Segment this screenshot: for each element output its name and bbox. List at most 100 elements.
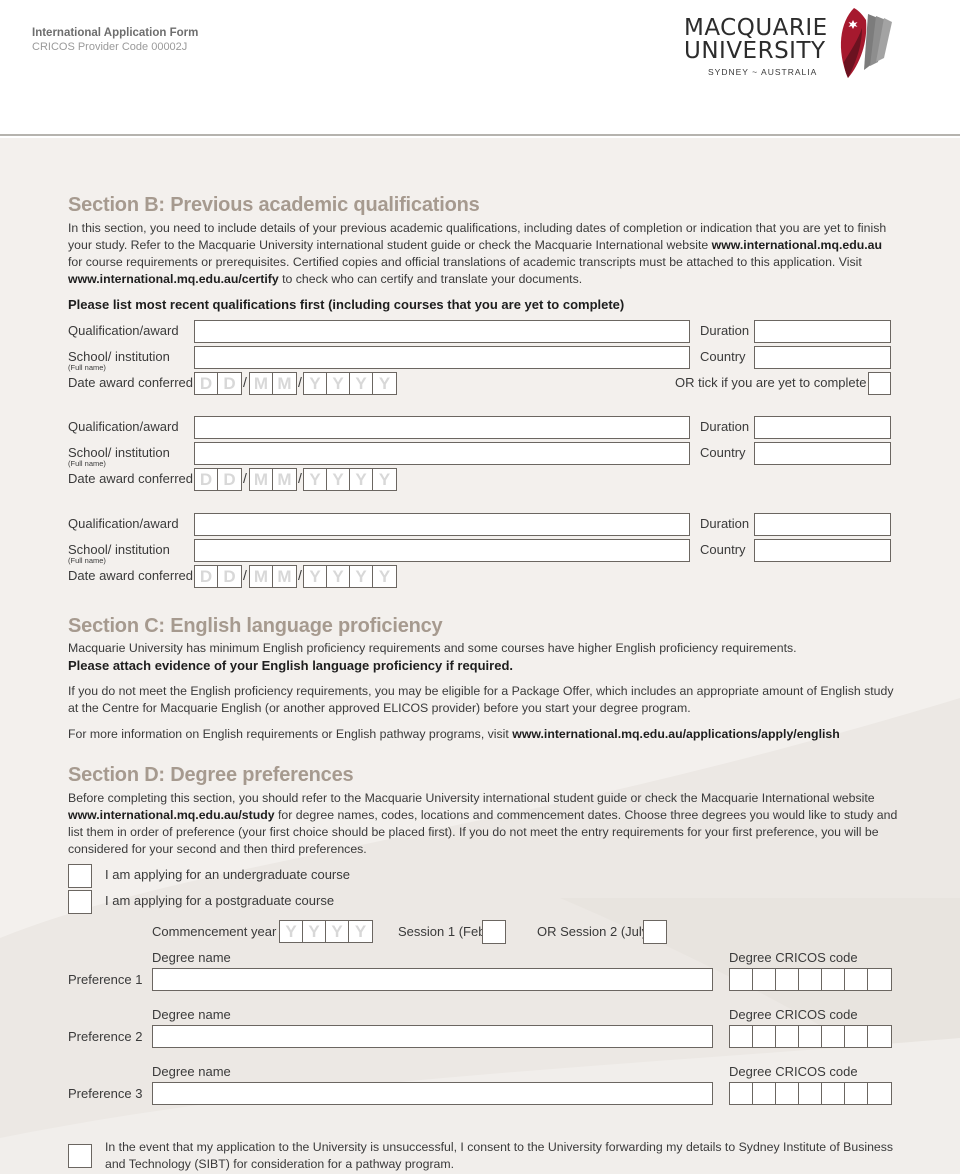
cricos-cell[interactable] bbox=[799, 1083, 822, 1104]
cricos-cell[interactable] bbox=[822, 1083, 845, 1104]
year-cell[interactable]: Y bbox=[280, 921, 303, 942]
cricos-code-label: Degree CRICOS code bbox=[729, 1064, 858, 1079]
school-2-input[interactable] bbox=[194, 442, 690, 465]
school-sublabel: (Full name) bbox=[68, 363, 106, 372]
postgraduate-checkbox[interactable] bbox=[68, 890, 92, 914]
cricos-cell[interactable] bbox=[753, 1083, 776, 1104]
cricos-cell[interactable] bbox=[730, 1083, 753, 1104]
date-month-3-input[interactable]: M M bbox=[249, 565, 297, 588]
country-3-input[interactable] bbox=[754, 539, 891, 562]
cricos-cell[interactable] bbox=[776, 1083, 799, 1104]
degree-name-3-input[interactable] bbox=[152, 1082, 713, 1105]
english-requirements-link[interactable]: www.international.mq.edu.au/applications… bbox=[512, 727, 840, 741]
cricos-cell[interactable] bbox=[730, 969, 753, 990]
school-sublabel: (Full name) bbox=[68, 459, 106, 468]
degree-name-2-input[interactable] bbox=[152, 1025, 713, 1048]
logo-text-line2: UNIVERSITY bbox=[684, 38, 826, 64]
cricos-code-1-input[interactable] bbox=[729, 968, 892, 991]
undergraduate-checkbox[interactable] bbox=[68, 864, 92, 888]
school-1-input[interactable] bbox=[194, 346, 690, 369]
cricos-cell[interactable] bbox=[868, 1026, 891, 1047]
cricos-cell[interactable] bbox=[845, 1083, 868, 1104]
form-title: International Application Form bbox=[32, 27, 199, 39]
session-1-checkbox[interactable] bbox=[482, 920, 506, 944]
year-cell[interactable]: Y bbox=[327, 469, 350, 490]
year-cell[interactable]: Y bbox=[350, 566, 373, 587]
international-website-link[interactable]: www.international.mq.edu.au bbox=[712, 238, 882, 252]
certify-link[interactable]: www.international.mq.edu.au/certify bbox=[68, 272, 279, 286]
year-cell[interactable]: Y bbox=[327, 373, 350, 394]
day-cell[interactable]: D bbox=[218, 469, 241, 490]
year-cell[interactable]: Y bbox=[304, 566, 327, 587]
duration-1-input[interactable] bbox=[754, 320, 891, 343]
date-month-2-input[interactable]: M M bbox=[249, 468, 297, 491]
duration-3-input[interactable] bbox=[754, 513, 891, 536]
cricos-cell[interactable] bbox=[730, 1026, 753, 1047]
day-cell[interactable]: D bbox=[218, 373, 241, 394]
date-year-2-input[interactable]: Y Y Y Y bbox=[303, 468, 397, 491]
cricos-cell[interactable] bbox=[799, 1026, 822, 1047]
cricos-code-label: Degree CRICOS code bbox=[729, 950, 858, 965]
day-cell[interactable]: D bbox=[195, 566, 218, 587]
degree-name-label: Degree name bbox=[152, 1007, 231, 1022]
session-2-checkbox[interactable] bbox=[643, 920, 667, 944]
date-separator: / bbox=[298, 374, 302, 390]
cricos-cell[interactable] bbox=[799, 969, 822, 990]
year-cell[interactable]: Y bbox=[373, 566, 396, 587]
day-cell[interactable]: D bbox=[195, 469, 218, 490]
sibt-consent-text: In the event that my application to the … bbox=[105, 1140, 894, 1171]
year-cell[interactable]: Y bbox=[349, 921, 372, 942]
date-month-1-input[interactable]: M M bbox=[249, 372, 297, 395]
study-link[interactable]: www.international.mq.edu.au/study bbox=[68, 808, 275, 822]
date-year-1-input[interactable]: Y Y Y Y bbox=[303, 372, 397, 395]
cricos-cell[interactable] bbox=[753, 969, 776, 990]
month-cell[interactable]: M bbox=[250, 373, 273, 394]
day-cell[interactable]: D bbox=[218, 566, 241, 587]
cricos-code-2-input[interactable] bbox=[729, 1025, 892, 1048]
year-cell[interactable]: Y bbox=[350, 469, 373, 490]
date-year-3-input[interactable]: Y Y Y Y bbox=[303, 565, 397, 588]
cricos-cell[interactable] bbox=[822, 969, 845, 990]
university-logo: MACQUARIE UNIVERSITY SYDNEY ~ AUSTRALIA bbox=[684, 4, 904, 88]
section-c-para-2: If you do not meet the English proficien… bbox=[68, 684, 894, 715]
country-2-input[interactable] bbox=[754, 442, 891, 465]
date-day-1-input[interactable]: D D bbox=[194, 372, 242, 395]
year-cell[interactable]: Y bbox=[303, 921, 326, 942]
year-cell[interactable]: Y bbox=[327, 566, 350, 587]
yet-to-complete-checkbox[interactable] bbox=[868, 372, 891, 395]
cricos-code-3-input[interactable] bbox=[729, 1082, 892, 1105]
duration-label: Duration bbox=[700, 419, 750, 434]
qualification-1-input[interactable] bbox=[194, 320, 690, 343]
degree-name-1-input[interactable] bbox=[152, 968, 713, 991]
date-day-3-input[interactable]: D D bbox=[194, 565, 242, 588]
month-cell[interactable]: M bbox=[273, 566, 296, 587]
month-cell[interactable]: M bbox=[250, 566, 273, 587]
month-cell[interactable]: M bbox=[250, 469, 273, 490]
day-cell[interactable]: D bbox=[195, 373, 218, 394]
year-cell[interactable]: Y bbox=[373, 469, 396, 490]
undergraduate-label: I am applying for an undergraduate cours… bbox=[105, 867, 350, 882]
year-cell[interactable]: Y bbox=[304, 373, 327, 394]
qualification-3-input[interactable] bbox=[194, 513, 690, 536]
cricos-cell[interactable] bbox=[822, 1026, 845, 1047]
duration-2-input[interactable] bbox=[754, 416, 891, 439]
cricos-cell[interactable] bbox=[753, 1026, 776, 1047]
cricos-cell[interactable] bbox=[868, 969, 891, 990]
month-cell[interactable]: M bbox=[273, 469, 296, 490]
year-cell[interactable]: Y bbox=[350, 373, 373, 394]
cricos-cell[interactable] bbox=[845, 969, 868, 990]
commencement-year-input[interactable]: Y Y Y Y bbox=[279, 920, 373, 943]
year-cell[interactable]: Y bbox=[326, 921, 349, 942]
year-cell[interactable]: Y bbox=[373, 373, 396, 394]
cricos-cell[interactable] bbox=[868, 1083, 891, 1104]
sibt-consent-checkbox[interactable] bbox=[68, 1144, 92, 1168]
month-cell[interactable]: M bbox=[273, 373, 296, 394]
cricos-cell[interactable] bbox=[776, 969, 799, 990]
country-1-input[interactable] bbox=[754, 346, 891, 369]
school-3-input[interactable] bbox=[194, 539, 690, 562]
year-cell[interactable]: Y bbox=[304, 469, 327, 490]
qualification-2-input[interactable] bbox=[194, 416, 690, 439]
cricos-cell[interactable] bbox=[776, 1026, 799, 1047]
date-day-2-input[interactable]: D D bbox=[194, 468, 242, 491]
cricos-cell[interactable] bbox=[845, 1026, 868, 1047]
